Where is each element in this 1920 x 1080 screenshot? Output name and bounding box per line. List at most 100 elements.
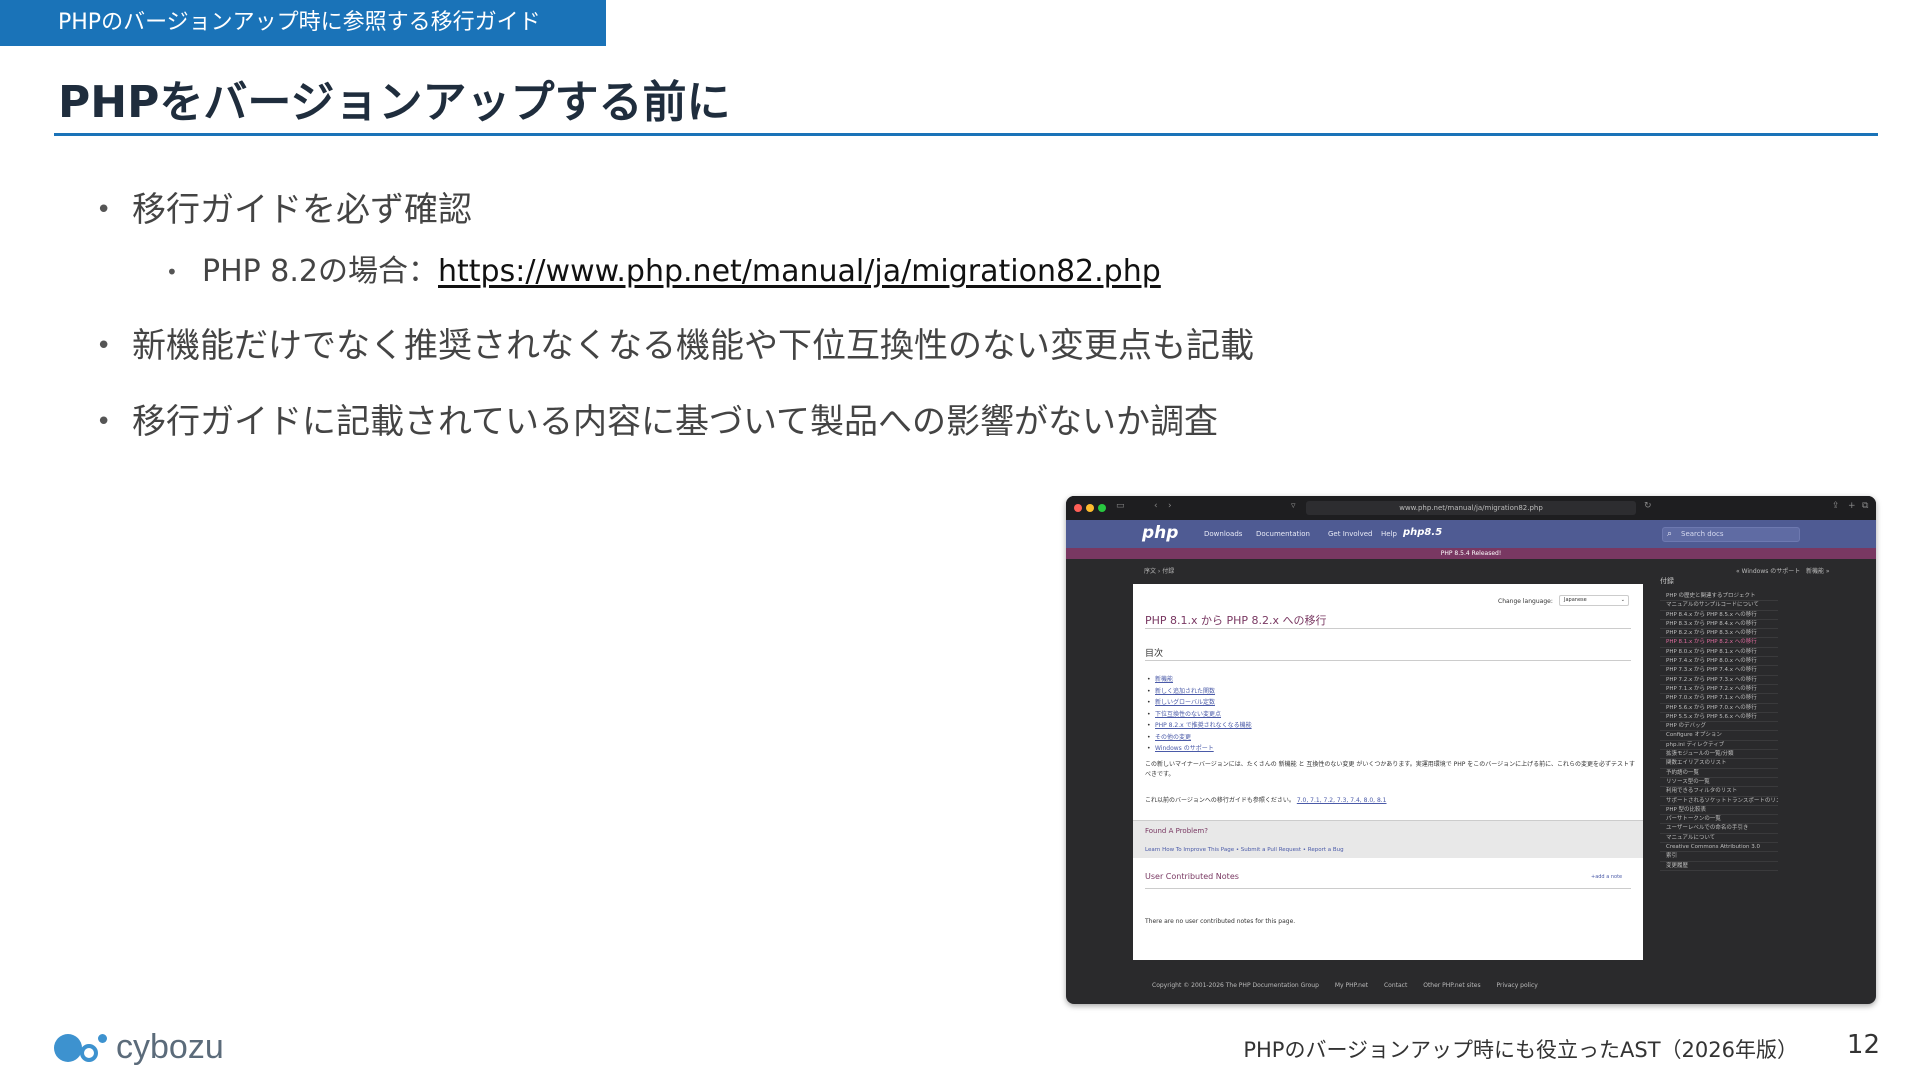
toc-item[interactable]: 新機能 [1147,674,1252,686]
divider [1145,628,1631,629]
new-tab-icon[interactable]: + [1848,501,1856,511]
sidebar-item[interactable]: PHP 8.0.x から PHP 8.1.x への移行 [1660,648,1778,658]
search-input[interactable]: ⌕ Search docs [1662,527,1800,542]
sidebar-item[interactable]: PHP のデバッグ [1660,722,1778,732]
add-note-link[interactable]: +add a note [1591,874,1622,880]
prev-page-link[interactable]: « Windows のサポート [1736,566,1800,575]
sidebar-item[interactable]: PHP 8.1.x から PHP 8.2.x への移行 [1660,638,1778,648]
nav-help[interactable]: Help [1381,530,1397,538]
footer-privacy-link[interactable]: Privacy policy [1497,982,1538,989]
minimize-window-icon[interactable] [1086,504,1094,512]
toc-item[interactable]: 下位互換性のない変更点 [1147,709,1252,721]
found-problem-links[interactable]: Learn How To Improve This Page • Submit … [1145,847,1344,853]
slide-title: PHPをバージョンアップする前に [58,77,731,128]
nav-downloads[interactable]: Downloads [1204,530,1242,538]
sidebar-item[interactable]: マニュアルについて [1660,834,1778,844]
toc-item[interactable]: PHP 8.2.x で推奨されなくなる機能 [1147,720,1252,732]
cybozu-logo: cybozu [54,1028,224,1067]
sidebar-item[interactable]: 変更履歴 [1660,862,1778,871]
sidebar-item[interactable]: 予約語の一覧 [1660,769,1778,778]
sidebar-item[interactable]: php.ini ディレクティブ [1660,741,1778,751]
other-versions-text: これ以前のバージョンへの移行ガイドも参照ください。 [1145,797,1295,804]
bullet-item: 移行ガイドを必ず確認 [96,186,1254,234]
share-icon[interactable]: ⇪ [1832,501,1840,511]
sidebar-item[interactable]: 関数エイリアスのリスト [1660,759,1778,769]
sidebar-item[interactable]: PHP 7.2.x から PHP 7.3.x への移行 [1660,676,1778,685]
sidebar-item[interactable]: PHP 8.2.x から PHP 8.3.x への移行 [1660,629,1778,639]
sidebar-item[interactable]: マニュアルのサンプルコードについて [1660,601,1778,611]
reload-icon[interactable]: ↻ [1644,501,1652,511]
language-select[interactable]: Japanese ⌄ [1559,595,1629,606]
toc-list: 新機能 新しく追加された関数 新しいグローバル定数 下位互換性のない変更点 PH… [1147,674,1252,755]
footer-myphp-link[interactable]: My PHP.net [1335,982,1368,989]
other-versions-paragraph: これ以前のバージョンへの移行ガイドも参照ください。 7.0, 7.1, 7.2,… [1145,796,1635,806]
sidebar-item[interactable]: PHP の歴史と関連するプロジェクト [1660,592,1778,602]
tabs-overview-icon[interactable]: ⧉ [1862,501,1868,511]
bullet-text: 移行ガイドを必ず確認 [132,190,472,230]
bullet-list: 移行ガイドを必ず確認 PHP 8.2の場合：https://www.php.ne… [96,186,1254,446]
release-banner[interactable]: PHP 8.5.4 Released! [1066,548,1876,559]
section-tag: PHPのバージョンアップ時に参照する移行ガイド [0,0,606,46]
sidebar-item[interactable]: Creative Commons Attribution 3.0 [1660,843,1778,853]
sidebar-item[interactable]: PHP 8.4.x から PHP 8.5.x への移行 [1660,611,1778,620]
php-navbar: php Downloads Documentation Get Involved… [1066,520,1876,548]
sidebar-item[interactable]: PHP 型の比較表 [1660,806,1778,816]
address-bar[interactable]: www.php.net/manual/ja/migration82.php [1306,501,1636,515]
sidebar-icon[interactable]: ▭ [1116,501,1125,511]
back-icon[interactable]: ‹ [1154,501,1158,511]
forward-icon[interactable]: › [1168,501,1172,511]
shield-icon: ▿ [1291,501,1296,511]
doc-heading: PHP 8.1.x から PHP 8.2.x への移行 [1145,614,1327,627]
sidebar-item[interactable]: 索引 [1660,852,1778,862]
sidebar-item[interactable]: サポートされるソケットトランスポートのリスト [1660,797,1778,806]
sub-bullet-prefix: PHP 8.2の場合： [202,254,438,289]
footer-note: PHPのバージョンアップ時にも役立ったAST（2026年版） [1243,1038,1798,1062]
php-footer: Copyright © 2001-2026 The PHP Documentat… [1152,982,1552,989]
footer-contact-link[interactable]: Contact [1384,982,1407,989]
toc-item[interactable]: 新しく追加された関数 [1147,686,1252,698]
next-page-link[interactable]: 新機能 » [1806,566,1830,575]
chevron-down-icon: ⌄ [1620,597,1625,603]
sidebar-item[interactable]: パーサトークンの一覧 [1660,815,1778,825]
footer-copyright: Copyright © 2001-2026 The PHP Documentat… [1152,982,1319,989]
intro-paragraph: この新しいマイナーバージョンには、たくさんの 新機能 と 互換性のない変更 がい… [1145,761,1635,778]
toc-item[interactable]: その他の変更 [1147,732,1252,744]
sub-bullet-item: PHP 8.2の場合：https://www.php.net/manual/ja… [166,250,1254,294]
sidebar-item[interactable]: PHP 8.3.x から PHP 8.4.x への移行 [1660,620,1778,630]
bullet-item: 新機能だけでなく推奨されなくなる機能や下位互換性のない変更点も記載 [96,322,1254,370]
search-icon: ⌕ [1667,529,1673,539]
nav-php85[interactable]: php8.5 [1403,527,1442,538]
migration-guide-link[interactable]: https://www.php.net/manual/ja/migration8… [438,254,1161,289]
doc-content: Change language: Japanese ⌄ PHP 8.1.x から… [1133,584,1643,960]
change-language-label: Change language: [1498,598,1553,605]
breadcrumb[interactable]: 序文 › 付録 [1144,566,1174,575]
php-logo[interactable]: php [1142,523,1178,543]
sidebar-item[interactable]: PHP 5.6.x から PHP 7.0.x への移行 [1660,704,1778,713]
title-rule [54,133,1878,136]
sidebar-item[interactable]: Configure オプション [1660,731,1778,741]
page-number: 12 [1846,1030,1880,1060]
sidebar-item[interactable]: PHP 7.4.x から PHP 8.0.x への移行 [1660,657,1778,667]
found-problem-box: Found A Problem? Learn How To Improve Th… [1133,820,1643,858]
sidebar-item[interactable]: ユーザーレベルでの命名の手引き [1660,824,1778,834]
toc-title: 目次 [1145,649,1164,659]
browser-titlebar: ▭ ‹ › ▿ www.php.net/manual/ja/migration8… [1066,496,1876,520]
sidebar-item[interactable]: PHP 7.1.x から PHP 7.2.x への移行 [1660,685,1778,695]
sidebar-item[interactable]: PHP 7.0.x から PHP 7.1.x への移行 [1660,694,1778,704]
sidebar-item[interactable]: PHP 7.3.x から PHP 7.4.x への移行 [1660,666,1778,676]
footer-other-sites-link[interactable]: Other PHP.net sites [1423,982,1480,989]
sidebar-item[interactable]: 拡張モジュールの一覧/分類 [1660,750,1778,760]
bullet-text: 新機能だけでなく推奨されなくなる機能や下位互換性のない変更点も記載 [132,326,1254,366]
toc-item[interactable]: Windows のサポート [1147,743,1252,755]
other-versions-links[interactable]: 7.0, 7.1, 7.2, 7.3, 7.4, 8.0, 8.1 [1297,797,1387,804]
close-window-icon[interactable] [1074,504,1082,512]
bullet-item: 移行ガイドに記載されている内容に基づいて製品への影響がないか調査 [96,398,1254,446]
maximize-window-icon[interactable] [1098,504,1106,512]
sidebar-list: PHP の歴史と関連するプロジェクト マニュアルのサンプルコードについて PHP 8… [1660,592,1860,871]
nav-get-involved[interactable]: Get Involved [1328,530,1372,538]
sidebar-item[interactable]: リソース型の一覧 [1660,778,1778,788]
sidebar-item[interactable]: PHP 5.5.x から PHP 5.6.x への移行 [1660,713,1778,723]
toc-item[interactable]: 新しいグローバル定数 [1147,697,1252,709]
sidebar-item[interactable]: 利用できるフィルタのリスト [1660,787,1778,797]
nav-documentation[interactable]: Documentation [1256,530,1310,538]
